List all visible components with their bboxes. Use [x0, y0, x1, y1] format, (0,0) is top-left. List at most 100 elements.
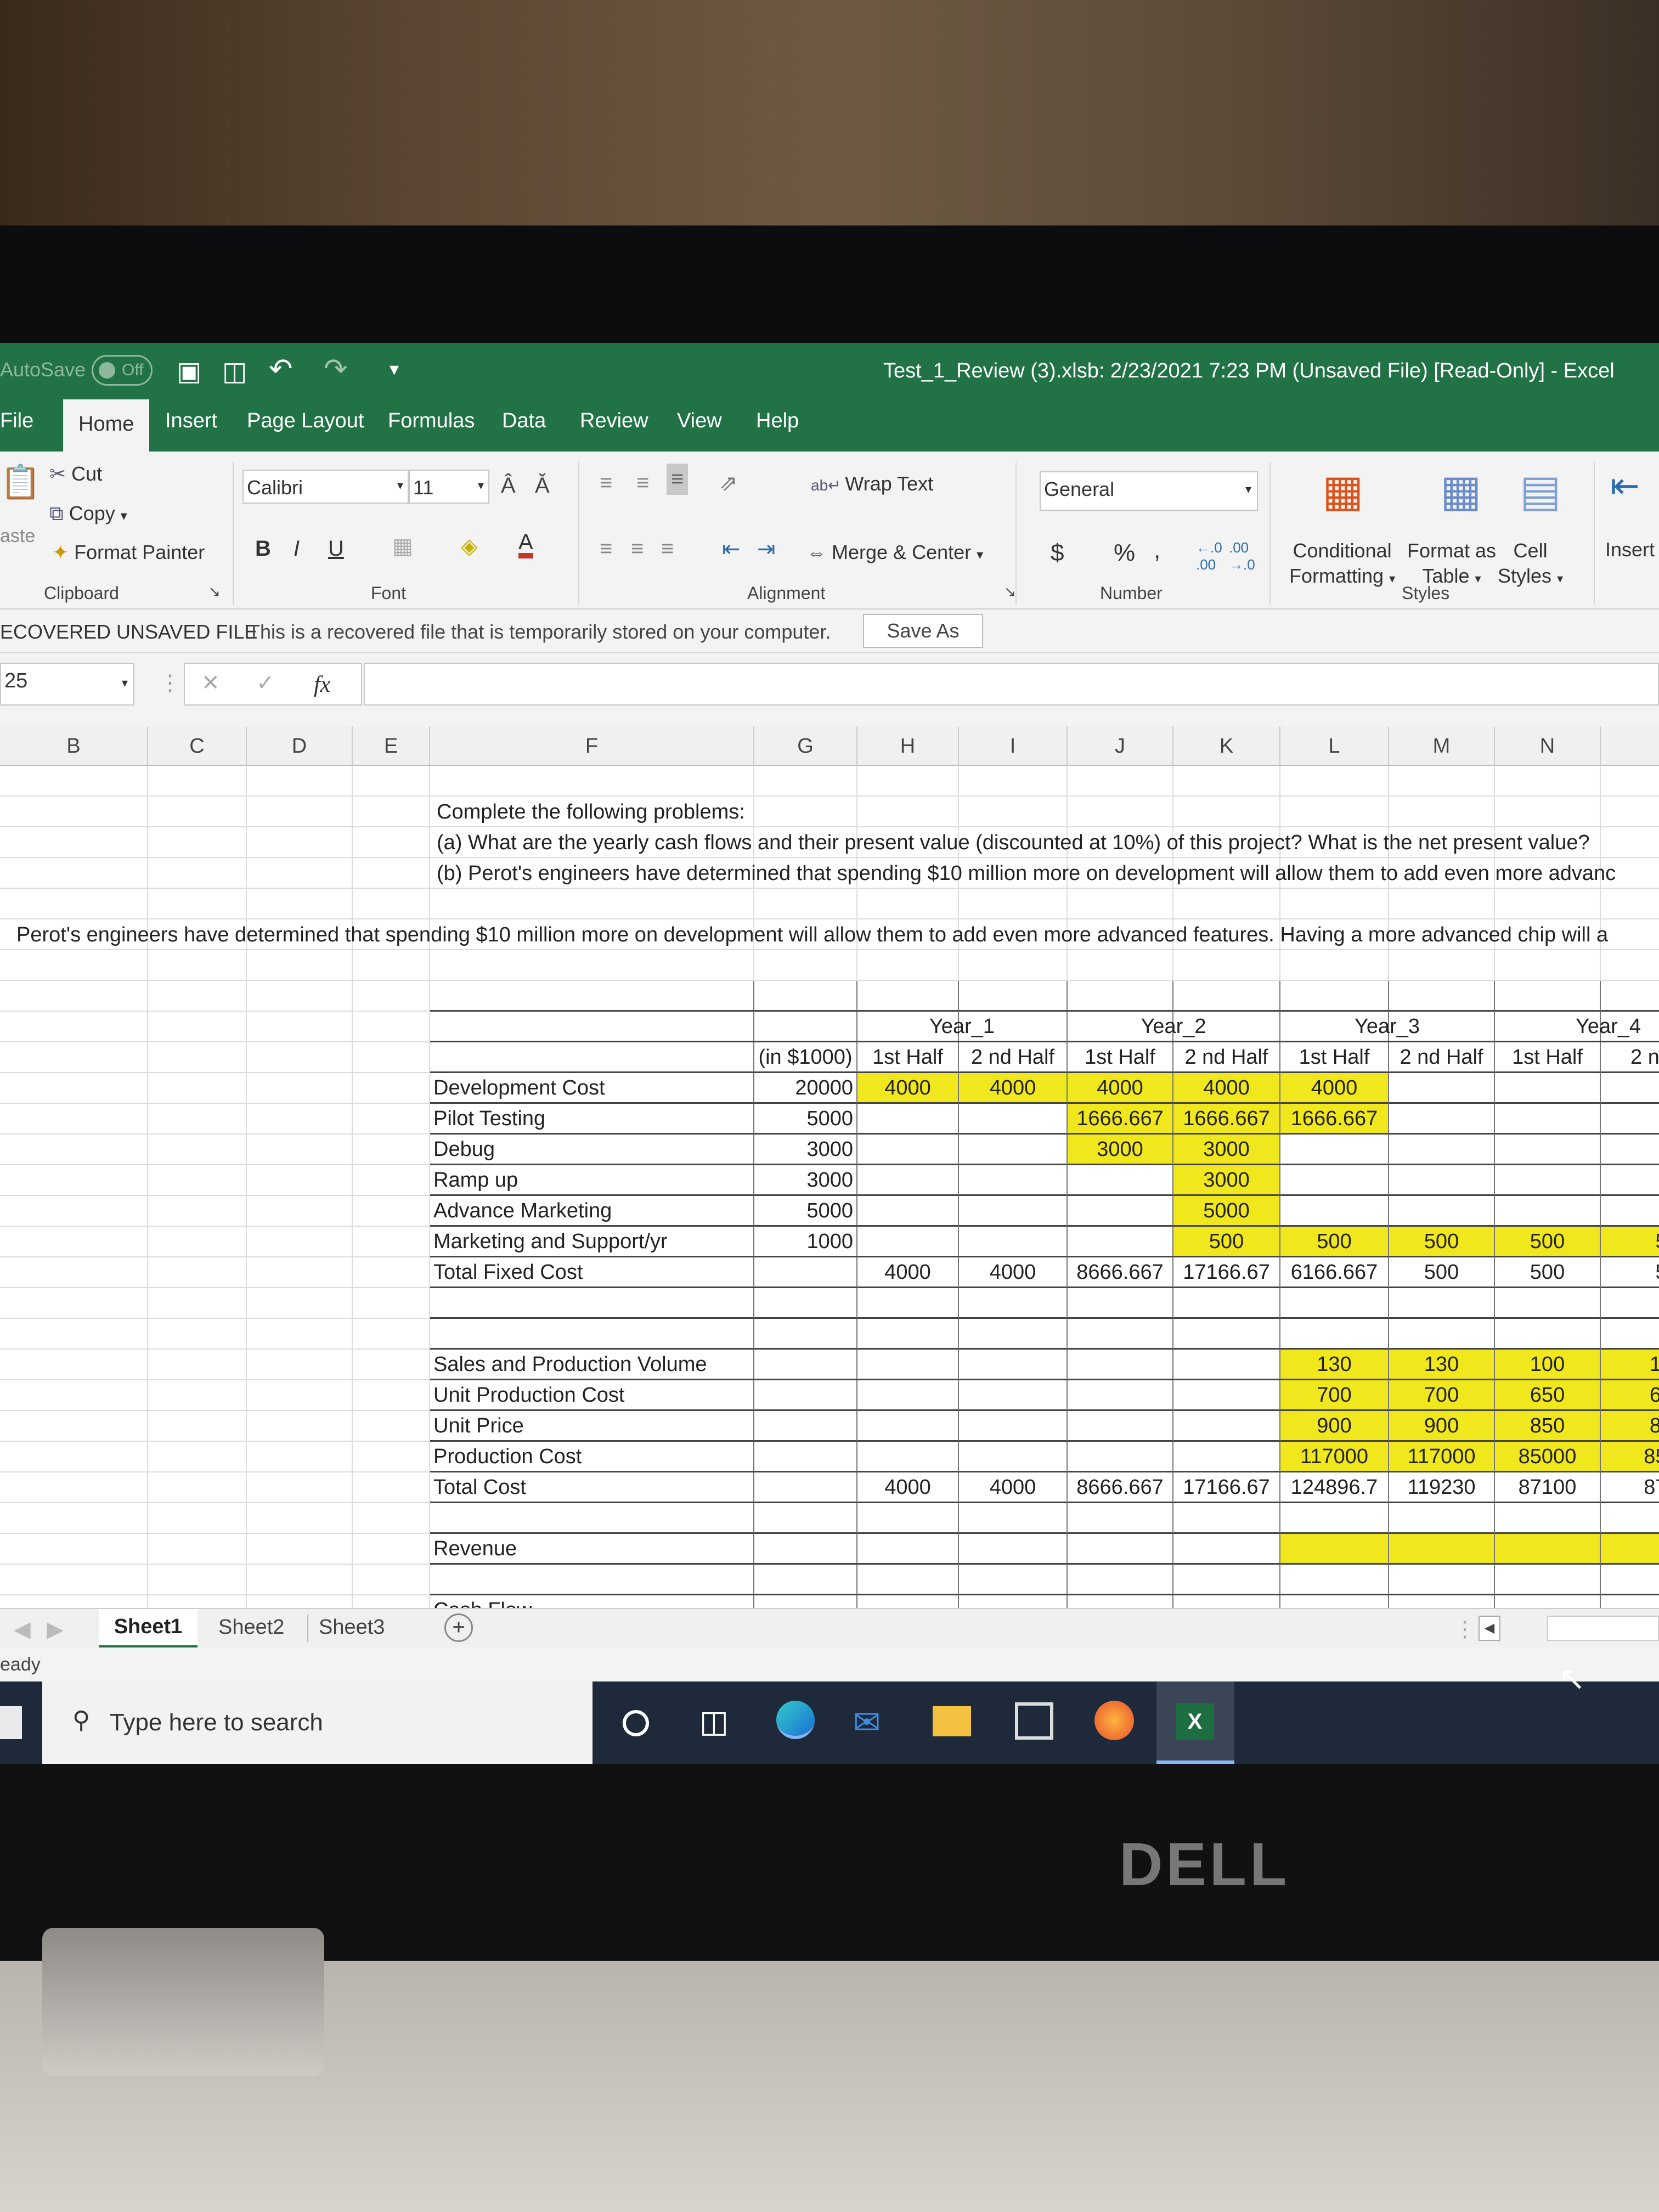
- grid-cell[interactable]: [353, 1534, 430, 1565]
- tab-insert[interactable]: Insert: [165, 409, 217, 433]
- grid-cell[interactable]: [1601, 1565, 1659, 1595]
- grid-cell[interactable]: [959, 1534, 1068, 1565]
- value-cell[interactable]: 500: [1389, 1257, 1495, 1288]
- grid-cell[interactable]: [0, 1104, 148, 1135]
- grid-cell[interactable]: [0, 1165, 148, 1196]
- grid-cell[interactable]: [148, 797, 247, 827]
- grid-cell[interactable]: [353, 1503, 430, 1534]
- value-cell[interactable]: 4000: [1173, 1073, 1280, 1104]
- grid-cell[interactable]: [1068, 1196, 1173, 1227]
- align-right-icon[interactable]: ≡: [661, 537, 674, 561]
- grid-cell[interactable]: [148, 1503, 247, 1534]
- horizontal-scrollbar[interactable]: [1547, 1616, 1659, 1641]
- grid-cell[interactable]: [1601, 1288, 1659, 1319]
- grid-cell[interactable]: [353, 1442, 430, 1472]
- grid-cell[interactable]: [0, 827, 148, 858]
- grid-cell[interactable]: [1601, 1104, 1659, 1135]
- grid-cell[interactable]: [1280, 766, 1389, 797]
- redo-icon[interactable]: ↷: [324, 353, 348, 386]
- row-label-cell[interactable]: Total Cost: [430, 1472, 754, 1503]
- grid-cell[interactable]: [1495, 1073, 1601, 1104]
- grid-cell[interactable]: [1068, 1227, 1173, 1257]
- column-header[interactable]: [1601, 726, 1659, 766]
- grid-cell[interactable]: [1280, 1565, 1389, 1595]
- grid-cell[interactable]: [754, 1472, 857, 1503]
- value-cell[interactable]: 4000: [1280, 1073, 1389, 1104]
- grid-cell[interactable]: [857, 1442, 959, 1472]
- grid-cell[interactable]: [247, 1350, 353, 1380]
- grid-cell[interactable]: [1495, 1196, 1601, 1227]
- grid-cell[interactable]: [754, 1012, 857, 1042]
- row-label-cell[interactable]: Debug: [430, 1135, 754, 1165]
- grid-cell[interactable]: [430, 1288, 754, 1319]
- value-cell[interactable]: (in $1000): [754, 1042, 857, 1073]
- grid-cell[interactable]: [247, 981, 353, 1012]
- grid-cell[interactable]: [148, 1411, 247, 1442]
- row-label-cell[interactable]: Ramp up: [430, 1165, 754, 1196]
- grid-cell[interactable]: [1601, 1165, 1659, 1196]
- grid-cell[interactable]: [353, 1165, 430, 1196]
- increase-indent-icon[interactable]: ⇥: [757, 537, 776, 562]
- grid-cell[interactable]: [857, 889, 959, 919]
- value-cell[interactable]: 3000: [754, 1165, 857, 1196]
- drag-handle-icon[interactable]: ⋮: [1454, 1617, 1476, 1642]
- grid-cell[interactable]: [353, 1042, 430, 1073]
- grid-cell[interactable]: [247, 1257, 353, 1288]
- value-cell[interactable]: 5000: [754, 1196, 857, 1227]
- grid-cell[interactable]: [247, 1042, 353, 1073]
- row-label-cell[interactable]: Unit Price: [430, 1411, 754, 1442]
- grid-cell[interactable]: [1389, 1565, 1495, 1595]
- grid-cell[interactable]: [1601, 950, 1659, 981]
- decrease-font-size-icon[interactable]: Ǎ: [535, 473, 550, 498]
- grid-cell[interactable]: [430, 1319, 754, 1350]
- grid-cell[interactable]: [430, 1565, 754, 1595]
- grid-cell[interactable]: [148, 1104, 247, 1135]
- value-cell[interactable]: 4000: [857, 1257, 959, 1288]
- add-sheet-icon[interactable]: +: [444, 1613, 473, 1642]
- grid-cell[interactable]: [0, 1319, 148, 1350]
- grid-cell[interactable]: [247, 1104, 353, 1135]
- value-cell[interactable]: 5: [1601, 1257, 1659, 1288]
- grid-cell[interactable]: [247, 1196, 353, 1227]
- grid-cell[interactable]: [247, 858, 353, 889]
- grid-cell[interactable]: [353, 1595, 430, 1608]
- grid-cell[interactable]: [0, 1503, 148, 1534]
- row-label-cell[interactable]: Development Cost: [430, 1073, 754, 1104]
- value-cell[interactable]: 500: [1495, 1257, 1601, 1288]
- grid-cell[interactable]: [959, 1503, 1068, 1534]
- grid-cell[interactable]: [1173, 1442, 1280, 1472]
- customize-toolbar-icon[interactable]: ▾: [390, 358, 399, 380]
- grid-cell[interactable]: [353, 766, 430, 797]
- grid-cell[interactable]: [0, 1135, 148, 1165]
- grid-cell[interactable]: [148, 1442, 247, 1472]
- align-bottom-icon[interactable]: ≡: [667, 464, 689, 495]
- decrease-decimal-icon[interactable]: .00 →.0: [1229, 539, 1255, 573]
- column-header[interactable]: F: [430, 726, 754, 766]
- worksheet-grid[interactable]: Complete the following problems: (a) What…: [0, 766, 1659, 1608]
- grid-cell[interactable]: [1495, 1165, 1601, 1196]
- row-label-cell[interactable]: Production Cost: [430, 1442, 754, 1472]
- wrap-text-button[interactable]: ab↵ Wrap Text: [811, 472, 933, 495]
- value-cell[interactable]: 4000: [959, 1073, 1068, 1104]
- grid-cell[interactable]: [857, 1135, 959, 1165]
- scroll-right-icon[interactable]: ▶: [47, 1617, 64, 1642]
- insert-function-button[interactable]: fx: [314, 672, 330, 698]
- increase-decimal-icon[interactable]: ←.0.00: [1196, 539, 1222, 573]
- grid-cell[interactable]: [1389, 1319, 1495, 1350]
- grid-cell[interactable]: [754, 950, 857, 981]
- grid-cell[interactable]: [1280, 1319, 1389, 1350]
- grid-cell[interactable]: [430, 981, 754, 1012]
- bold-button[interactable]: B: [255, 537, 271, 561]
- row-label-cell[interactable]: Advance Marketing: [430, 1196, 754, 1227]
- task-view-icon[interactable]: ◫: [699, 1703, 729, 1740]
- row-label-cell[interactable]: Pilot Testing: [430, 1104, 754, 1135]
- column-header[interactable]: G: [754, 726, 857, 766]
- grid-cell[interactable]: [430, 889, 754, 919]
- grid-cell[interactable]: [1173, 766, 1280, 797]
- grid-cell[interactable]: [0, 1472, 148, 1503]
- value-cell[interactable]: 900: [1280, 1411, 1389, 1442]
- grid-cell[interactable]: [353, 950, 430, 981]
- grid-cell[interactable]: [1068, 981, 1173, 1012]
- grid-cell[interactable]: [1068, 1380, 1173, 1411]
- open-folder-icon[interactable]: ◫: [222, 356, 247, 387]
